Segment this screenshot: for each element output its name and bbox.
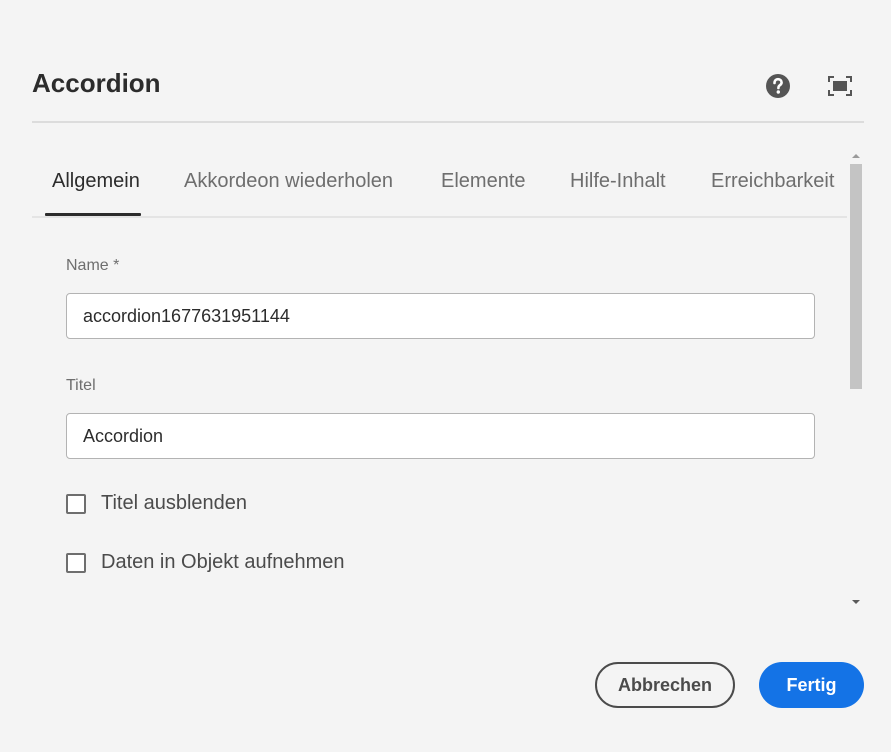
title-label: Titel (66, 377, 96, 394)
tab-elemente[interactable]: Elemente (441, 170, 526, 193)
tab-bar: Allgemein Akkordeon wiederholen Elemente… (32, 150, 847, 218)
active-tab-indicator (45, 213, 141, 216)
tab-allgemein[interactable]: Allgemein (52, 170, 140, 193)
scroll-down-arrow[interactable] (848, 596, 864, 608)
header-divider (32, 121, 864, 123)
arrow-down-icon (852, 600, 860, 604)
include-data-checkbox[interactable] (66, 552, 86, 573)
hide-title-checkbox[interactable] (66, 493, 86, 514)
hide-title-label: Titel ausblenden (101, 492, 248, 514)
scrollbar[interactable] (848, 150, 864, 608)
cancel-button[interactable]: Abbrechen (595, 662, 735, 708)
name-input[interactable] (66, 293, 815, 339)
include-data-label: Daten in Objekt aufnehmen (101, 551, 345, 573)
tab-hilfe-inhalt[interactable]: Hilfe-Inhalt (570, 170, 666, 193)
dialog-title: Accordion (32, 68, 161, 98)
scrollbar-thumb[interactable] (850, 164, 862, 389)
help-button[interactable] (763, 71, 793, 101)
name-label: Name * (66, 257, 120, 274)
title-input[interactable] (66, 413, 815, 459)
done-button[interactable]: Fertig (759, 662, 864, 708)
fullscreen-icon (828, 76, 852, 96)
fullscreen-button[interactable] (825, 71, 855, 101)
scroll-up-arrow[interactable] (848, 150, 864, 162)
tab-akkordeon-wiederholen[interactable]: Akkordeon wiederholen (184, 170, 393, 193)
tab-erreichbarkeit[interactable]: Erreichbarkeit (711, 170, 834, 193)
hide-title-option[interactable]: Titel ausblenden (66, 492, 247, 515)
help-icon (766, 74, 790, 98)
arrow-up-icon (852, 154, 860, 158)
include-data-option[interactable]: Daten in Objekt aufnehmen (66, 551, 345, 574)
